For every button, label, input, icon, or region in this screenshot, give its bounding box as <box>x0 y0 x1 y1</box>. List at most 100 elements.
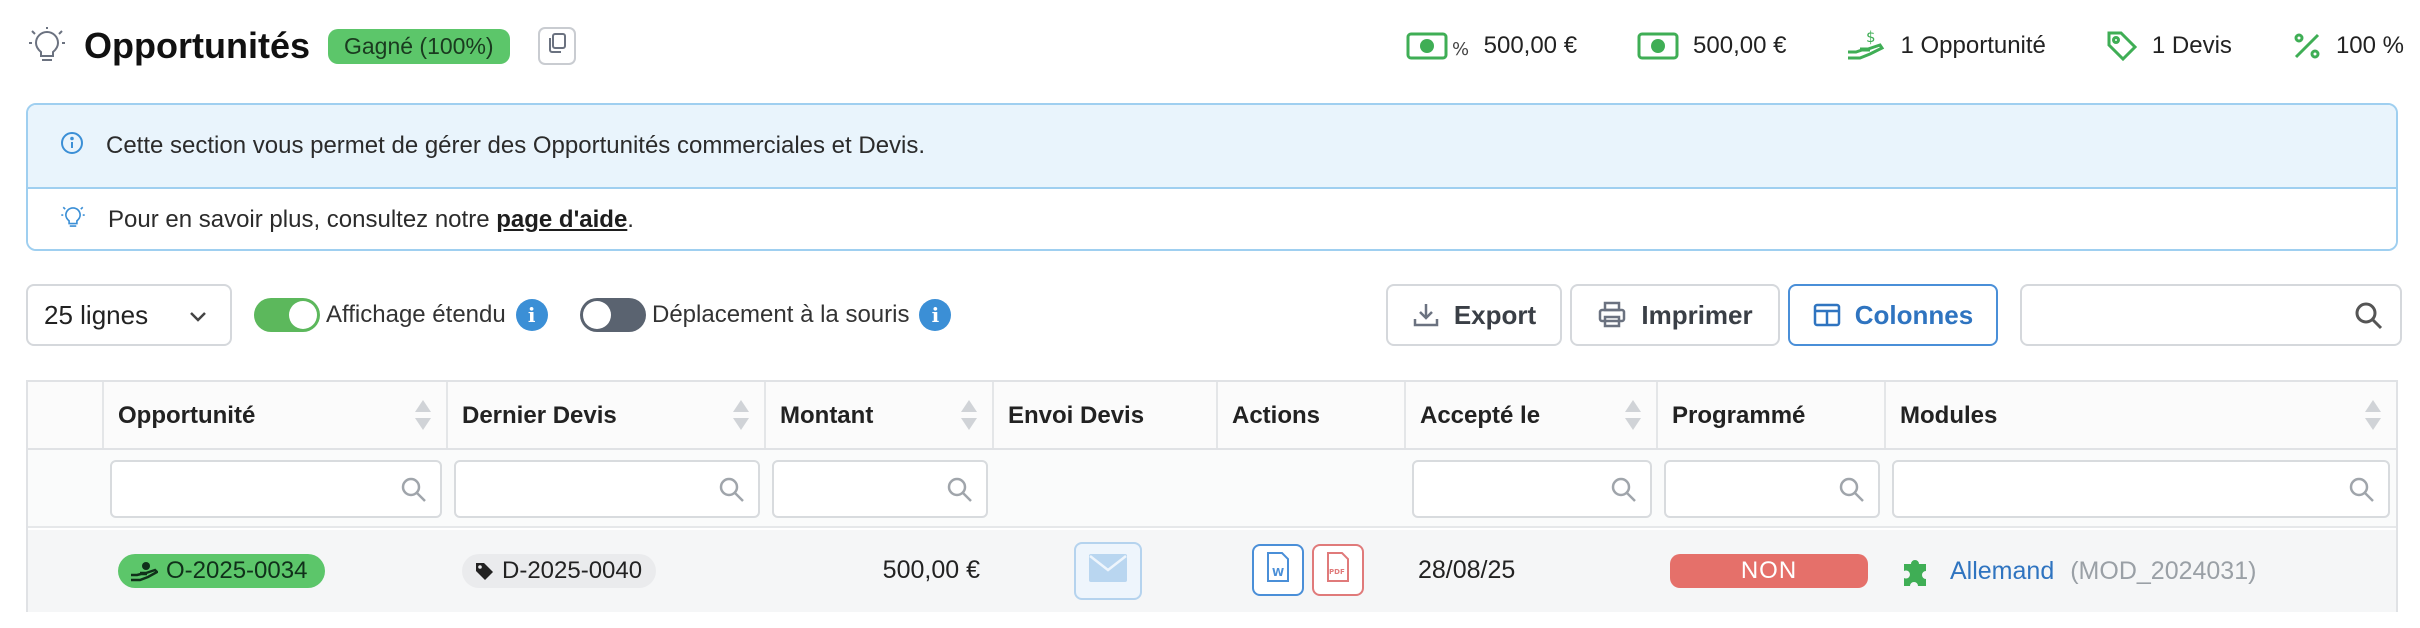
extended-view-label: Affichage étendu <box>326 301 506 328</box>
mouse-drag-label: Déplacement à la souris <box>652 301 910 328</box>
toggle-knob <box>289 301 317 329</box>
stat-value: 1 Devis <box>2151 32 2232 59</box>
filter-input-dernier-devis[interactable] <box>454 460 760 518</box>
help-line: Pour en savoir plus, consultez notre pag… <box>28 189 2396 249</box>
column-header-programme: Programmé <box>1658 382 1886 448</box>
column-header-montant[interactable]: Montant <box>766 382 994 448</box>
export-label: Export <box>1453 299 1537 330</box>
help-text-suffix: . <box>627 206 634 233</box>
download-word-button[interactable]: W <box>1252 544 1304 596</box>
columns-icon <box>1813 303 1841 327</box>
cell-envoi-devis <box>994 530 1218 612</box>
module-code: (MOD_2024031) <box>2070 556 2257 585</box>
table-header: Opportunité Dernier Devis Montant Envoi … <box>28 382 2396 450</box>
row-select-cell <box>28 530 104 612</box>
scheduled-badge: NON <box>1670 554 1868 588</box>
column-header-modules[interactable]: Modules <box>1886 382 2396 448</box>
filter-input-accepte-le[interactable] <box>1412 460 1652 518</box>
cell-programme: NON <box>1658 530 1886 612</box>
quote-link[interactable]: D-2025-0040 <box>462 554 657 588</box>
filter-input-modules[interactable] <box>1892 460 2390 518</box>
cell-opportunite: O-2025-0034 <box>104 530 448 612</box>
filter-cell-empty <box>28 450 104 526</box>
help-text-prefix: Pour en savoir plus, consultez notre <box>108 206 497 233</box>
cell-montant: 500,00 € <box>766 530 994 612</box>
sort-icon[interactable] <box>960 398 978 439</box>
download-icon <box>1412 301 1440 329</box>
extended-view-toggle-group: Affichage étendu i <box>254 298 548 332</box>
page-header: Opportunités Gagné (100%) % 500,00 € 500… <box>24 16 2404 76</box>
filter-cell-programme <box>1658 450 1886 526</box>
rows-per-page-select[interactable]: 25 lignes <box>26 284 232 346</box>
extended-view-toggle[interactable] <box>254 298 320 332</box>
search-icon <box>400 476 428 511</box>
filter-cell-modules <box>1886 450 2396 526</box>
opportunity-link[interactable]: O-2025-0034 <box>118 554 326 588</box>
search-icon <box>718 476 746 511</box>
search-icon <box>946 476 974 511</box>
svg-text:PDF: PDF <box>1329 568 1345 576</box>
column-header-dernier-devis[interactable]: Dernier Devis <box>448 382 766 448</box>
stat-value: 500,00 € <box>1693 32 1787 59</box>
hand-money-icon <box>130 560 158 582</box>
column-label: Actions <box>1232 402 1321 429</box>
filter-cell-montant <box>766 450 994 526</box>
summary-stats: % 500,00 € 500,00 € $ 1 Opportunité 1 De… <box>1346 28 2404 64</box>
cell-modules: Allemand (MOD_2024031) <box>1886 530 2396 612</box>
stat-value: 1 Opportunité <box>1900 32 2046 59</box>
filter-cell-accepte-le <box>1406 450 1658 526</box>
filter-input-montant[interactable] <box>772 460 988 518</box>
columns-button[interactable]: Colonnes <box>1788 284 1998 346</box>
table-row[interactable]: O-2025-0034 D-2025-0040 500,00 € W PDF 2… <box>28 530 2396 612</box>
help-page-link[interactable]: page d'aide <box>496 206 627 233</box>
column-header-accepte-le[interactable]: Accepté le <box>1406 382 1658 448</box>
cell-accepte-le: 28/08/25 <box>1406 530 1658 612</box>
puzzle-icon <box>1900 554 1934 588</box>
svg-text:$: $ <box>1866 28 1876 46</box>
sort-icon[interactable] <box>732 398 750 439</box>
table-toolbar: 25 lignes Affichage étendu i Déplacement… <box>26 284 2402 346</box>
opportunities-table: Opportunité Dernier Devis Montant Envoi … <box>26 380 2398 612</box>
lightbulb-icon <box>60 204 86 237</box>
quote-id: D-2025-0040 <box>502 557 643 584</box>
print-label: Imprimer <box>1641 299 1753 330</box>
cell-actions: W PDF <box>1218 530 1406 612</box>
download-pdf-button[interactable]: PDF <box>1312 544 1364 596</box>
info-box: Cette section vous permet de gérer des O… <box>26 103 2398 251</box>
info-icon <box>60 131 84 162</box>
filter-input-opportunite[interactable] <box>110 460 442 518</box>
toggle-knob <box>583 301 611 329</box>
global-search-input[interactable] <box>2020 284 2402 346</box>
stat-quotes: 1 Devis <box>2106 30 2232 62</box>
sort-icon[interactable] <box>2364 398 2382 439</box>
mouse-drag-toggle[interactable] <box>580 298 646 332</box>
sort-icon[interactable] <box>1624 398 1642 439</box>
filter-cell-empty <box>994 450 1406 526</box>
envelope-icon <box>1088 553 1128 590</box>
send-quote-button[interactable] <box>1074 542 1142 600</box>
search-icon <box>1838 476 1866 511</box>
rows-per-page-value: 25 lignes <box>44 299 149 330</box>
page-title: Opportunités <box>84 25 310 66</box>
sort-icon[interactable] <box>414 398 432 439</box>
mouse-drag-toggle-group: Déplacement à la souris i <box>580 298 952 332</box>
copy-button[interactable] <box>537 27 576 65</box>
stat-value: 500,00 € <box>1483 32 1578 59</box>
lightbulb-icon <box>24 23 70 69</box>
column-label: Opportunité <box>118 402 256 429</box>
status-badge: Gagné (100%) <box>327 28 510 64</box>
filter-input-programme[interactable] <box>1664 460 1880 518</box>
percent-icon <box>2292 31 2322 61</box>
module-link[interactable]: Allemand <box>1950 557 2054 586</box>
column-header-opportunite[interactable]: Opportunité <box>104 382 448 448</box>
column-header-envoi-devis: Envoi Devis <box>994 382 1218 448</box>
info-icon[interactable]: i <box>919 299 952 331</box>
cell-dernier-devis: D-2025-0040 <box>448 530 766 612</box>
column-label: Modules <box>1900 402 1998 429</box>
money-icon <box>1637 31 1679 61</box>
column-label: Dernier Devis <box>462 402 617 429</box>
info-icon[interactable]: i <box>515 299 548 331</box>
export-button[interactable]: Export <box>1386 284 1562 346</box>
print-button[interactable]: Imprimer <box>1570 284 1780 346</box>
filter-cell-opportunite <box>104 450 448 526</box>
